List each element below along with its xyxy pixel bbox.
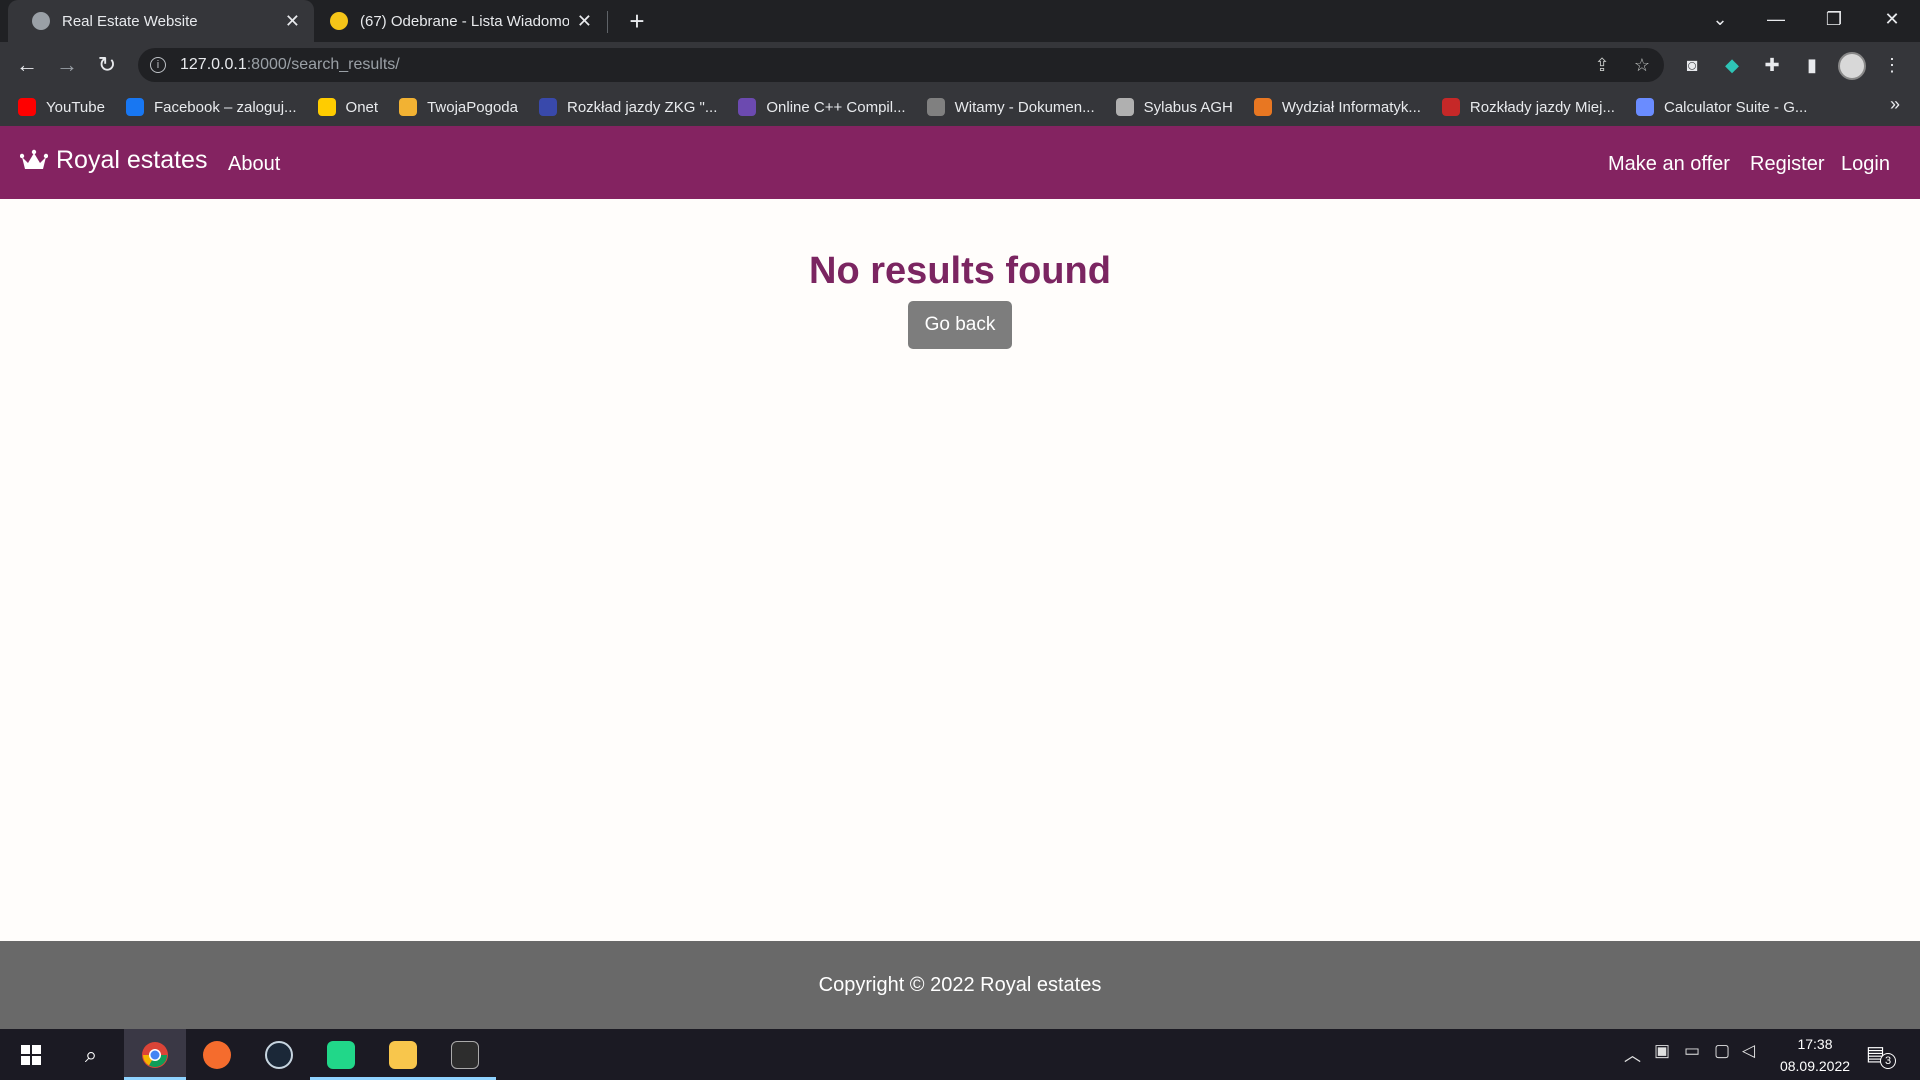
tab-real-estate[interactable]: Real Estate Website ✕ xyxy=(8,0,314,42)
bookmark-item[interactable]: Rozkład jazdy ZKG "... xyxy=(538,98,718,116)
bookmark-favicon-icon xyxy=(317,98,336,116)
windows-taskbar: ⌕ ︿ ▣ ▭ ▢ ◁ 17:38 08.09.2022 ▤ 3 xyxy=(0,1029,1920,1080)
battery-icon[interactable]: ▭ xyxy=(1684,1041,1700,1061)
bookmark-star-icon[interactable]: ☆ xyxy=(1628,51,1656,79)
bookmark-favicon-icon xyxy=(738,98,757,116)
bookmark-label: Rozkłady jazdy Miej... xyxy=(1469,98,1615,116)
bookmark-favicon-icon xyxy=(1441,98,1460,116)
bookmark-label: Calculator Suite - G... xyxy=(1663,98,1808,116)
brand-name: Royal estates xyxy=(56,146,208,174)
mail-icon xyxy=(330,12,348,30)
nav-make-offer-link[interactable]: Make an offer xyxy=(1608,153,1730,176)
go-back-button[interactable]: Go back xyxy=(908,301,1012,349)
search-icon[interactable]: ⌕ xyxy=(60,1029,122,1080)
site-info-icon[interactable]: i xyxy=(150,57,166,73)
crown-icon xyxy=(20,149,48,169)
profile-avatar[interactable] xyxy=(1838,52,1866,80)
page-content: Royal estates About Make an offer Regist… xyxy=(0,126,1920,1029)
bookmark-favicon-icon xyxy=(399,98,418,116)
terminal-icon[interactable] xyxy=(434,1029,496,1080)
bookmark-item[interactable]: Witamy - Dokumen... xyxy=(926,98,1095,116)
url-path: :8000/search_results/ xyxy=(246,56,400,73)
forward-button[interactable]: → xyxy=(52,50,82,80)
no-results-heading: No results found xyxy=(809,250,1111,292)
bookmark-item[interactable]: Calculator Suite - G... xyxy=(1635,98,1808,116)
bookmark-label: Onet xyxy=(345,98,379,116)
tab-search-icon[interactable]: ⌄ xyxy=(1692,0,1748,38)
bookmark-item[interactable]: Online C++ Compil... xyxy=(738,98,906,116)
bookmark-label: Rozkład jazdy ZKG "... xyxy=(566,98,718,116)
share-icon[interactable]: ⇪ xyxy=(1588,51,1616,79)
nav-about-link[interactable]: About xyxy=(228,153,280,176)
bookmark-favicon-icon xyxy=(125,98,144,116)
bookmark-item[interactable]: TwojaPogoda xyxy=(399,98,518,116)
tab-mail[interactable]: (67) Odebrane - Lista Wiadomości ✕ xyxy=(306,0,606,42)
bookmark-item[interactable]: Rozkłady jazdy Miej... xyxy=(1441,98,1615,116)
origin-icon[interactable] xyxy=(186,1029,248,1080)
site-navbar: Royal estates About Make an offer Regist… xyxy=(0,126,1920,199)
copyright-text: Copyright © 2022 Royal estates xyxy=(818,973,1102,996)
restore-button[interactable]: ❐ xyxy=(1806,0,1862,38)
browser-toolbar: ← → ↻ i 127.0.0.1:8000/search_results/ ⇪… xyxy=(0,42,1920,88)
bookmark-favicon-icon xyxy=(926,98,945,116)
clock-date: 08.09.2022 xyxy=(1779,1058,1851,1074)
clock[interactable]: 17:38 08.09.2022 xyxy=(1760,1033,1870,1077)
browser-tab-strip: Real Estate Website ✕ (67) Odebrane - Li… xyxy=(0,0,1920,42)
volume-icon[interactable]: ◁ xyxy=(1742,1041,1755,1061)
file-explorer-icon[interactable] xyxy=(372,1029,434,1080)
close-window-button[interactable]: ✕ xyxy=(1864,0,1920,38)
bookmark-item[interactable]: Facebook – zaloguj... xyxy=(125,98,297,116)
bookmarks-bar: YouTube Facebook – zaloguj... Onet TwojaPog… xyxy=(0,88,1920,126)
bookmark-favicon-icon xyxy=(1115,98,1134,116)
close-icon[interactable]: ✕ xyxy=(285,11,300,32)
bookmark-item[interactable]: Wydział Informatyk... xyxy=(1253,98,1421,116)
minimize-button[interactable]: — xyxy=(1748,0,1804,38)
bookmark-label: YouTube xyxy=(46,98,105,116)
globe-icon xyxy=(32,12,50,30)
extension-diamond-icon[interactable]: ◆ xyxy=(1718,51,1746,79)
bookmark-favicon-icon xyxy=(18,98,36,116)
tab-title: Real Estate Website xyxy=(62,12,198,30)
address-bar[interactable]: i 127.0.0.1:8000/search_results/ xyxy=(138,48,1664,82)
back-button[interactable]: ← xyxy=(12,50,42,80)
bookmark-favicon-icon xyxy=(1635,98,1654,116)
windows-start-icon[interactable] xyxy=(0,1029,62,1080)
tab-separator xyxy=(607,11,608,33)
network-icon[interactable]: ▢ xyxy=(1714,1041,1730,1061)
bookmark-label: Facebook – zaloguj... xyxy=(153,98,297,116)
tray-app-icon[interactable]: ▣ xyxy=(1654,1041,1670,1061)
tab-title: (67) Odebrane - Lista Wiadomości xyxy=(360,12,569,30)
bookmark-label: Wydział Informatyk... xyxy=(1281,98,1421,116)
tray-chevron-icon[interactable]: ︿ xyxy=(1624,1041,1641,1066)
camera-extension-icon[interactable]: ◙ xyxy=(1678,51,1706,79)
bookmark-label: TwojaPogoda xyxy=(427,98,518,116)
url-host: 127.0.0.1 xyxy=(180,56,247,73)
bookmark-favicon-icon xyxy=(1253,98,1272,116)
bookmark-item[interactable]: Onet xyxy=(317,98,379,116)
bookmark-label: Sylabus AGH xyxy=(1143,98,1233,116)
bookmarks-overflow-icon[interactable]: » xyxy=(1890,94,1900,115)
side-panel-icon[interactable]: ▮ xyxy=(1798,51,1826,79)
close-icon[interactable]: ✕ xyxy=(577,11,592,32)
bookmark-label: Online C++ Compil... xyxy=(766,98,906,116)
nav-login-link[interactable]: Login xyxy=(1841,153,1890,176)
clock-time: 17:38 xyxy=(1797,1036,1833,1052)
bookmark-item[interactable]: Sylabus AGH xyxy=(1115,98,1233,116)
bookmark-label: Witamy - Dokumen... xyxy=(954,98,1095,116)
extensions-puzzle-icon[interactable]: ✚ xyxy=(1758,51,1786,79)
bookmark-item[interactable]: YouTube xyxy=(18,98,105,116)
pycharm-icon[interactable] xyxy=(310,1029,372,1080)
new-tab-button[interactable]: + xyxy=(622,6,652,36)
notification-count-badge: 3 xyxy=(1880,1053,1896,1069)
nav-register-link[interactable]: Register xyxy=(1750,153,1824,176)
site-footer: Copyright © 2022 Royal estates xyxy=(0,941,1920,1029)
brand-link[interactable]: Royal estates xyxy=(20,146,207,175)
reload-button[interactable]: ↻ xyxy=(92,50,122,80)
chrome-icon[interactable] xyxy=(124,1029,186,1080)
steam-icon[interactable] xyxy=(248,1029,310,1080)
menu-kebab-icon[interactable]: ⋮ xyxy=(1878,51,1906,79)
bookmark-favicon-icon xyxy=(538,98,557,116)
